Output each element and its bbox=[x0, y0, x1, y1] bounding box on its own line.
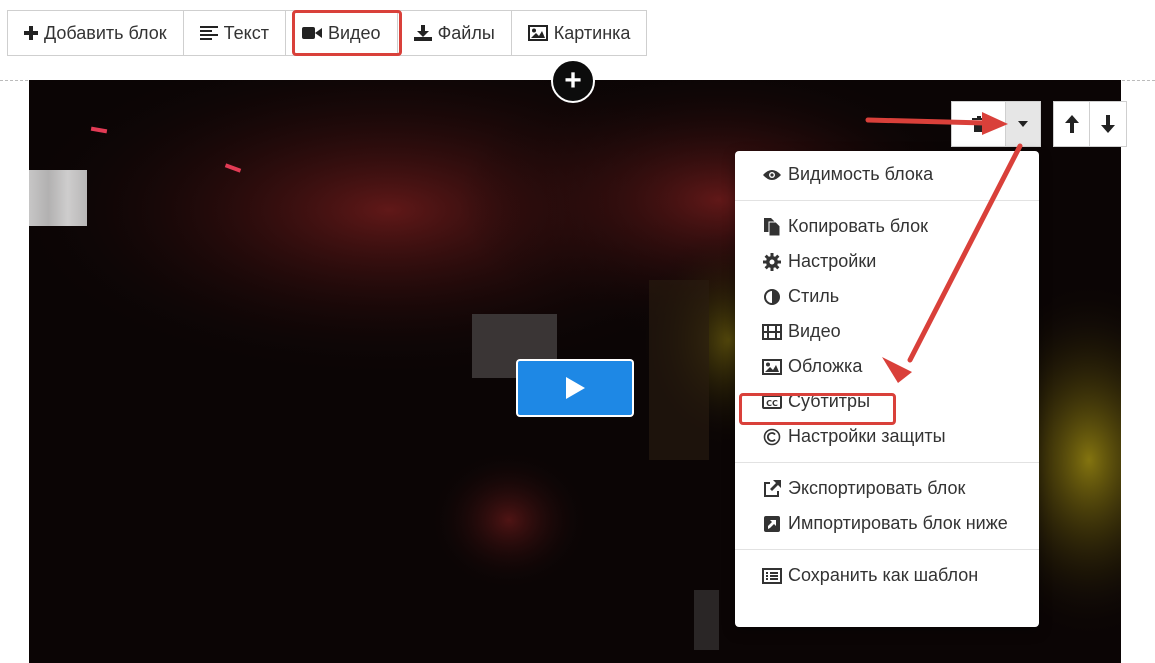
menu-import[interactable]: Импортировать блок ниже bbox=[735, 506, 1039, 541]
image-icon bbox=[527, 25, 548, 41]
picture-icon bbox=[762, 358, 782, 375]
text-button[interactable]: Текст bbox=[184, 11, 286, 55]
menu-export-label: Экспортировать блок bbox=[788, 478, 966, 498]
arrow-up-icon bbox=[1064, 115, 1079, 133]
move-controls bbox=[1053, 101, 1127, 147]
video-button-highlight bbox=[292, 10, 402, 56]
block-actions bbox=[951, 101, 1041, 147]
blurred-thumbnail bbox=[29, 170, 87, 226]
import-icon bbox=[762, 515, 782, 532]
menu-save-template[interactable]: Сохранить как шаблон bbox=[735, 558, 1039, 593]
move-up-button[interactable] bbox=[1054, 102, 1090, 146]
move-down-button[interactable] bbox=[1090, 102, 1126, 146]
menu-settings[interactable]: Настройки bbox=[735, 244, 1039, 279]
menu-video[interactable]: Видео bbox=[735, 314, 1039, 349]
add-block-button[interactable]: Добавить блок bbox=[8, 11, 184, 55]
menu-video-label: Видео bbox=[788, 321, 841, 341]
image-label: Картинка bbox=[553, 22, 631, 43]
block-menu-toggle[interactable] bbox=[1006, 102, 1040, 146]
menu-divider bbox=[735, 462, 1039, 463]
gear-icon bbox=[762, 252, 782, 271]
plus-icon bbox=[24, 26, 38, 40]
files-label: Файлы bbox=[437, 22, 495, 43]
film-icon bbox=[762, 323, 782, 340]
caret-down-icon bbox=[1018, 121, 1028, 127]
external-link-icon bbox=[762, 479, 782, 498]
menu-style[interactable]: Стиль bbox=[735, 279, 1039, 314]
download-icon bbox=[413, 25, 432, 41]
play-button[interactable] bbox=[516, 359, 634, 417]
arrow-down-icon bbox=[1101, 115, 1115, 133]
block-dropdown-menu: Видимость блока Копировать блок Настройк… bbox=[735, 151, 1039, 627]
text-label: Текст bbox=[223, 22, 269, 43]
menu-export[interactable]: Экспортировать блок bbox=[735, 471, 1039, 506]
menu-divider bbox=[735, 549, 1039, 550]
menu-cover[interactable]: Обложка bbox=[735, 349, 1039, 384]
menu-visibility[interactable]: Видимость блока bbox=[735, 157, 1039, 192]
files-button[interactable]: Файлы bbox=[398, 11, 512, 55]
menu-protection-label: Настройки защиты bbox=[788, 426, 946, 446]
menu-divider bbox=[735, 200, 1039, 201]
play-icon bbox=[566, 377, 585, 399]
menu-save-template-label: Сохранить как шаблон bbox=[788, 565, 979, 585]
menu-copy[interactable]: Копировать блок bbox=[735, 209, 1039, 244]
menu-visibility-label: Видимость блока bbox=[788, 164, 934, 184]
copy-icon bbox=[762, 217, 782, 236]
add-block-label: Добавить блок bbox=[44, 22, 167, 43]
menu-cover-label: Обложка bbox=[788, 356, 863, 376]
add-block-circle-button[interactable]: + bbox=[551, 59, 595, 103]
eye-icon bbox=[762, 169, 782, 181]
image-button[interactable]: Картинка bbox=[512, 11, 647, 55]
menu-style-label: Стиль bbox=[788, 286, 840, 306]
align-left-icon bbox=[199, 26, 218, 40]
contrast-icon bbox=[762, 288, 782, 305]
menu-settings-label: Настройки bbox=[788, 251, 877, 271]
delete-block-button[interactable] bbox=[952, 102, 1006, 146]
menu-copy-label: Копировать блок bbox=[788, 216, 929, 236]
subtitles-highlight bbox=[739, 393, 896, 425]
menu-import-label: Импортировать блок ниже bbox=[788, 513, 1008, 533]
copyright-icon bbox=[762, 428, 782, 446]
trash-icon bbox=[971, 116, 986, 132]
list-box-icon bbox=[762, 567, 782, 584]
